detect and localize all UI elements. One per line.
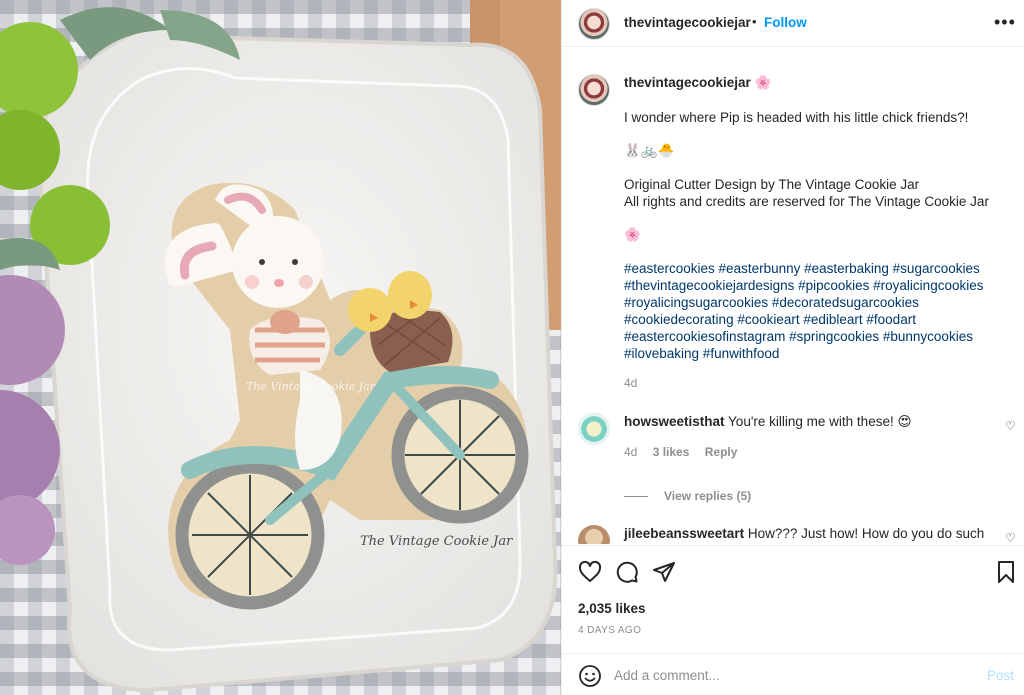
- comment-body: jileebeanssweetart How??? Just how! How …: [624, 526, 984, 541]
- comment-likes[interactable]: 3 likes: [653, 445, 690, 459]
- comments-scroll-area[interactable]: thevintagecookiejar 🌸 I wonder where Pip …: [562, 48, 1024, 544]
- likes-count[interactable]: 2,035 likes: [578, 601, 646, 616]
- caption-avatar[interactable]: [578, 74, 610, 106]
- caption-timestamp: 4d: [624, 376, 638, 390]
- post-photo[interactable]: The Vintage Cookie Jar The Vintage Cooki…: [0, 0, 561, 695]
- view-replies-label[interactable]: View replies (5): [664, 489, 751, 503]
- flower-emoji: 🌸: [754, 75, 772, 90]
- author-avatar[interactable]: [578, 8, 610, 40]
- cookie-photo-illustration: The Vintage Cookie Jar The Vintage Cooki…: [0, 0, 561, 695]
- caption-text-line3: All rights and credits are reserved for …: [624, 194, 989, 209]
- comment-username[interactable]: jileebeanssweetart: [624, 526, 744, 541]
- more-horizontal-icon[interactable]: •••: [994, 12, 1016, 33]
- comment-username[interactable]: howsweetisthat: [624, 414, 725, 429]
- share-icon[interactable]: [652, 560, 676, 584]
- follow-button[interactable]: Follow: [764, 15, 807, 30]
- author-username[interactable]: thevintagecookiejar: [624, 15, 751, 30]
- hashtag-line[interactable]: #eastercookiesofinstagram #springcookies…: [624, 328, 1014, 345]
- bookmark-icon[interactable]: [994, 560, 1018, 584]
- hashtag-line[interactable]: #ilovebaking #funwithfood: [624, 345, 1014, 362]
- comment-avatar[interactable]: [578, 525, 610, 544]
- post-header: thevintagecookiejar • Follow •••: [562, 0, 1024, 47]
- hashtag-line[interactable]: #eastercookies #easterbunny #easterbakin…: [624, 260, 1014, 277]
- post-actions: 2,035 likes 4 DAYS AGO: [562, 545, 1024, 653]
- comment-timestamp: 4d: [624, 445, 638, 459]
- comment-like-heart-icon[interactable]: ♡: [1005, 531, 1016, 544]
- caption-flower-emoji: 🌸: [624, 227, 641, 242]
- comment-meta: 4d 3 likes Reply: [624, 445, 749, 459]
- hashtag-line[interactable]: #royalicingsugarcookies #decoratedsugarc…: [624, 294, 1014, 311]
- photo-watermark-small: The Vintage Cookie Jar: [246, 380, 376, 393]
- comment-like-heart-icon[interactable]: ♡: [1005, 419, 1016, 433]
- caption-text-line1: I wonder where Pip is headed with his li…: [624, 110, 969, 125]
- caption-text-line2: Original Cutter Design by The Vintage Co…: [624, 177, 920, 192]
- smiley-icon[interactable]: [578, 664, 602, 688]
- heart-icon[interactable]: [578, 560, 602, 584]
- comment-input[interactable]: [614, 664, 964, 686]
- comment-text: You're killing me with these! 😍: [728, 414, 912, 429]
- comment-avatar[interactable]: [578, 413, 610, 445]
- caption-username-text[interactable]: thevintagecookiejar: [624, 75, 751, 90]
- post-details-panel: thevintagecookiejar • Follow ••• thevint…: [561, 0, 1024, 695]
- comment-icon[interactable]: [615, 560, 639, 584]
- post-date: 4 DAYS AGO: [578, 625, 642, 636]
- caption-hashtags: #eastercookies #easterbunny #easterbakin…: [624, 260, 1014, 362]
- post-comment-button[interactable]: Post: [987, 668, 1014, 683]
- hashtag-line[interactable]: #cookiedecorating #cookieart #edibleart …: [624, 311, 1014, 328]
- replies-line: [624, 496, 648, 498]
- caption-username[interactable]: thevintagecookiejar 🌸: [624, 75, 772, 91]
- comment-text: How??? Just how! How do you do such: [747, 526, 985, 541]
- header-separator: •: [752, 14, 757, 29]
- caption-emojis: 🐰🚲🐣: [624, 143, 675, 158]
- reply-button[interactable]: Reply: [705, 445, 738, 459]
- photo-watermark: The Vintage Cookie Jar: [360, 534, 513, 549]
- comment-body: howsweetisthat You're killing me with th…: [624, 414, 912, 430]
- view-replies-button[interactable]: View replies (5): [624, 489, 751, 503]
- add-comment-bar: Post: [562, 653, 1024, 695]
- hashtag-line[interactable]: #thevintagecookiejardesigns #pipcookies …: [624, 277, 1014, 294]
